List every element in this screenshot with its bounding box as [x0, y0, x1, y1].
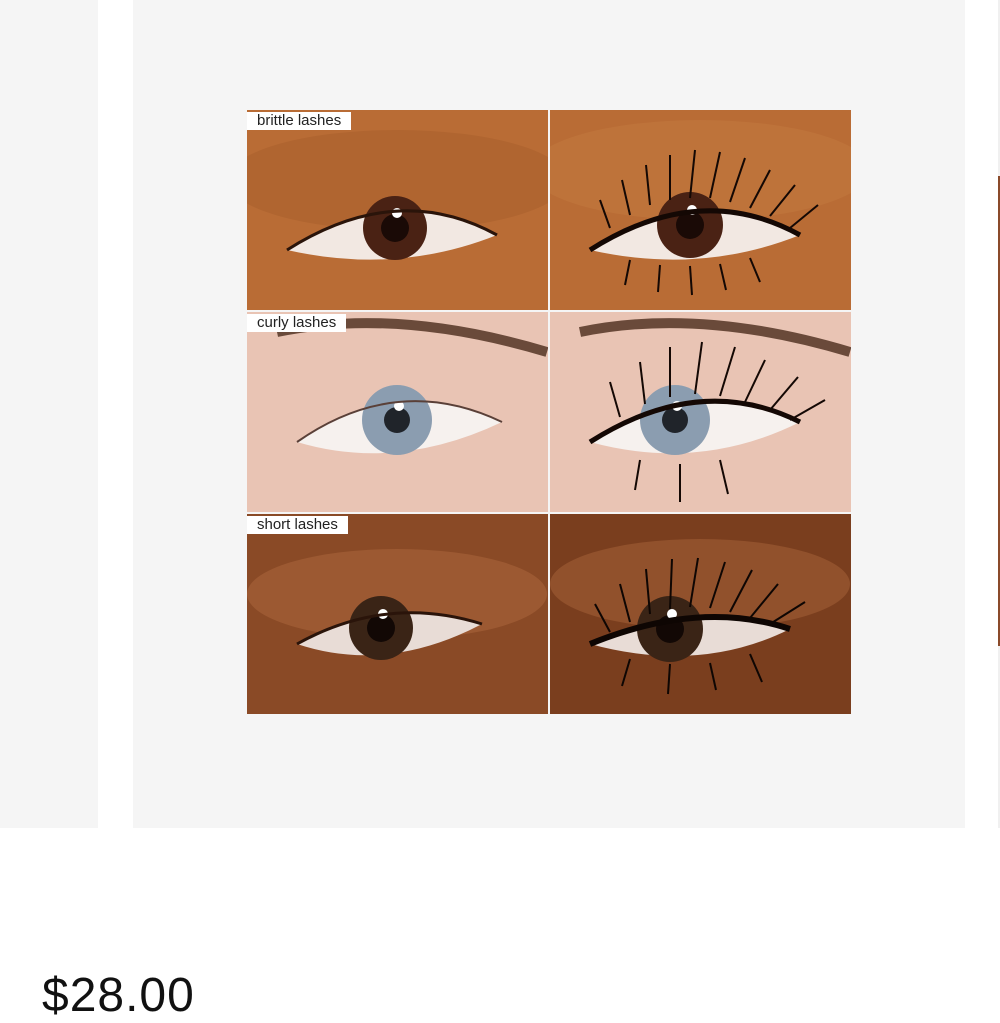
before-after-grid: brittle lashes curly lashes short lashes [247, 110, 851, 715]
product-price: $28.00 [42, 969, 195, 1022]
before-image-brittle: brittle lashes [247, 110, 548, 310]
row-label-curly: curly lashes [247, 314, 347, 332]
after-image-short [550, 514, 851, 714]
row-label-brittle: brittle lashes [247, 112, 352, 130]
before-image-short: short lashes [247, 514, 548, 714]
after-image-curly [550, 312, 851, 512]
previous-slide[interactable] [0, 0, 98, 828]
before-image-curly: curly lashes [247, 312, 548, 512]
row-label-short: short lashes [247, 516, 348, 534]
image-carousel[interactable]: brittle lashes curly lashes short lashes [0, 0, 1000, 828]
current-slide[interactable]: brittle lashes curly lashes short lashes [133, 0, 965, 828]
after-image-brittle [550, 110, 851, 310]
